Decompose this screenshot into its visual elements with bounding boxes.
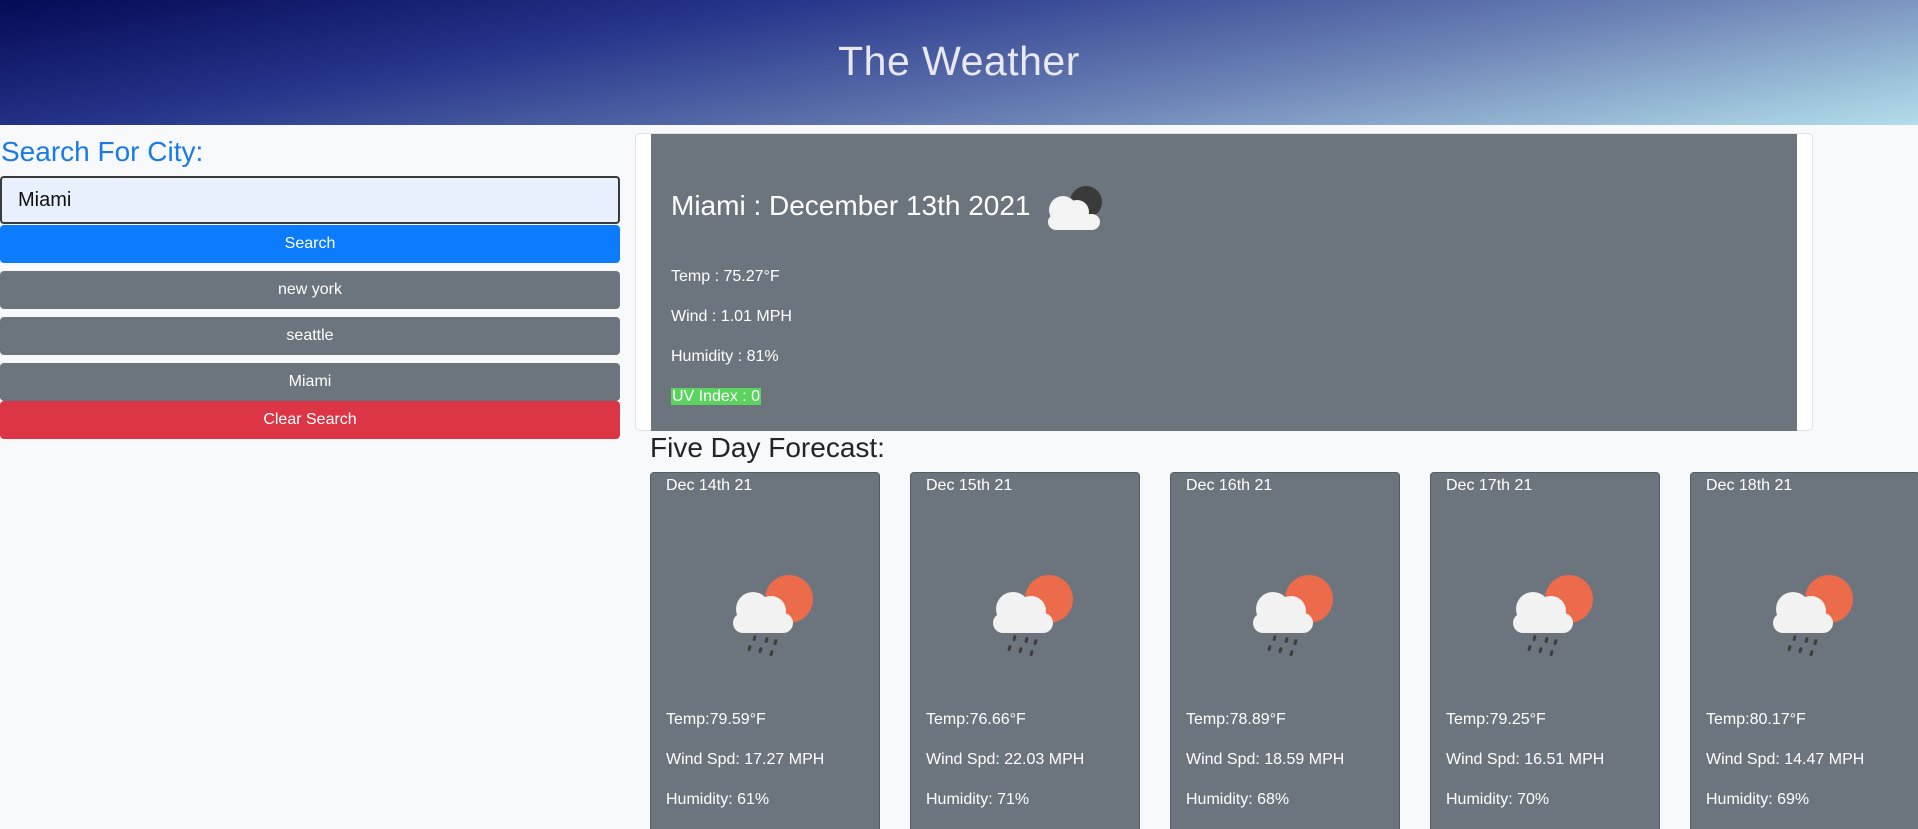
rain-sun-icon bbox=[993, 575, 1073, 657]
forecast-day-card: Dec 14th 21 Temp:79.59°F Wind Spd: 17.27… bbox=[650, 472, 880, 829]
forecast-date: Dec 18th 21 bbox=[1706, 477, 1793, 494]
forecast-temp: Temp:80.17°F bbox=[1706, 711, 1806, 728]
search-button[interactable]: Search bbox=[0, 225, 620, 263]
forecast-date: Dec 17th 21 bbox=[1446, 477, 1533, 494]
forecast-humidity: Humidity: 69% bbox=[1706, 791, 1810, 808]
rain-sun-icon bbox=[733, 575, 813, 657]
rain-sun-icon bbox=[1513, 575, 1593, 657]
forecast-wind: Wind Spd: 18.59 MPH bbox=[1186, 751, 1345, 768]
forecast-day-card: Dec 15th 21 Temp:76.66°F Wind Spd: 22.03… bbox=[910, 472, 1140, 829]
forecast-date: Dec 16th 21 bbox=[1186, 477, 1273, 494]
forecast-day-card: Dec 17th 21 Temp:79.25°F Wind Spd: 16.51… bbox=[1430, 472, 1660, 829]
current-temp: Temp : 75.27°F bbox=[671, 268, 780, 285]
current-uv-index: UV Index : 0 bbox=[671, 388, 762, 406]
forecast-temp: Temp:79.59°F bbox=[666, 711, 766, 728]
page-title: The Weather bbox=[838, 38, 1080, 84]
forecast-date: Dec 15th 21 bbox=[926, 477, 1013, 494]
current-weather-card: Miami : December 13th 2021 Temp : 75.27°… bbox=[651, 134, 1797, 431]
forecast-temp: Temp:79.25°F bbox=[1446, 711, 1546, 728]
current-weather-container: Miami : December 13th 2021 Temp : 75.27°… bbox=[635, 133, 1813, 431]
forecast-humidity: Humidity: 68% bbox=[1186, 791, 1290, 808]
forecast-wind: Wind Spd: 14.47 MPH bbox=[1706, 751, 1865, 768]
rain-sun-icon bbox=[1253, 575, 1333, 657]
current-wind: Wind : 1.01 MPH bbox=[671, 308, 792, 325]
forecast-date: Dec 14th 21 bbox=[666, 477, 753, 494]
current-humidity: Humidity : 81% bbox=[671, 348, 779, 365]
rain-sun-icon bbox=[1773, 575, 1853, 657]
forecast-temp: Temp:76.66°F bbox=[926, 711, 1026, 728]
city-search-input[interactable] bbox=[0, 176, 620, 224]
forecast-day-card: Dec 18th 21 Temp:80.17°F Wind Spd: 14.47… bbox=[1690, 472, 1918, 829]
forecast-humidity: Humidity: 61% bbox=[666, 791, 770, 808]
forecast-wind: Wind Spd: 16.51 MPH bbox=[1446, 751, 1605, 768]
history-button-seattle[interactable]: seattle bbox=[0, 317, 620, 355]
history-button-miami[interactable]: Miami bbox=[0, 363, 620, 401]
partly-cloudy-night-icon bbox=[1048, 186, 1102, 230]
current-city-date: Miami : December 13th 2021 bbox=[671, 190, 1031, 221]
forecast-humidity: Humidity: 71% bbox=[926, 791, 1030, 808]
forecast-wind: Wind Spd: 22.03 MPH bbox=[926, 751, 1085, 768]
forecast-temp: Temp:78.89°F bbox=[1186, 711, 1286, 728]
forecast-title: Five Day Forecast: bbox=[650, 432, 885, 463]
uv-index-badge: UV Index : 0 bbox=[671, 388, 762, 405]
forecast-wind: Wind Spd: 17.27 MPH bbox=[666, 751, 825, 768]
clear-search-button[interactable]: Clear Search bbox=[0, 401, 620, 439]
history-button-new-york[interactable]: new york bbox=[0, 271, 620, 309]
forecast-day-card: Dec 16th 21 Temp:78.89°F Wind Spd: 18.59… bbox=[1170, 472, 1400, 829]
forecast-humidity: Humidity: 70% bbox=[1446, 791, 1550, 808]
page-header: The Weather bbox=[0, 0, 1918, 125]
search-label: Search For City: bbox=[1, 136, 204, 167]
search-sidebar: Search For City: Search new york seattle… bbox=[0, 125, 621, 439]
